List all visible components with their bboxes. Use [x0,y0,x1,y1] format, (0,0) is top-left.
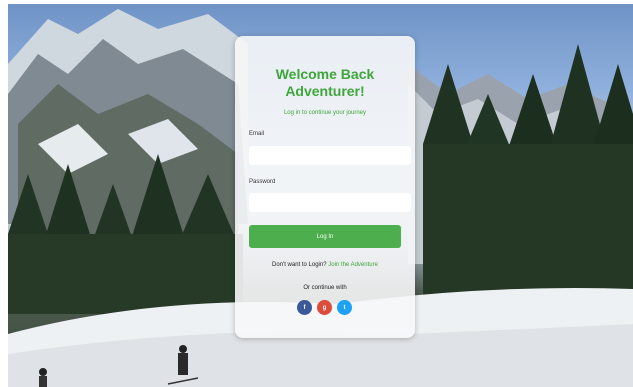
facebook-icon: f [303,304,306,311]
signup-prompt-text: Don't want to Login? [272,262,327,268]
signup-link[interactable]: Join the Adventure [328,262,378,268]
page-title: Welcome Back Adventurer! [235,66,415,100]
title-line-1: Welcome Back [275,66,375,82]
google-login-button[interactable]: g [317,300,332,315]
email-label: Email [249,131,265,137]
title-line-2: Adventurer! [285,83,365,99]
login-card: Welcome Back Adventurer! Log in to conti… [235,36,415,338]
twitter-icon: t [343,304,346,311]
password-label: Password [249,179,276,185]
facebook-login-button[interactable]: f [297,300,312,315]
google-icon: g [322,304,327,311]
login-button[interactable]: Log In [249,225,401,248]
email-input[interactable] [249,146,411,165]
subtitle: Log in to continue your journey [283,110,367,116]
or-continue-text: Or continue with [303,285,347,291]
signup-prompt: Don't want to Login? Join the Adventure [235,262,415,268]
password-input[interactable] [249,193,411,212]
twitter-login-button[interactable]: t [337,300,352,315]
